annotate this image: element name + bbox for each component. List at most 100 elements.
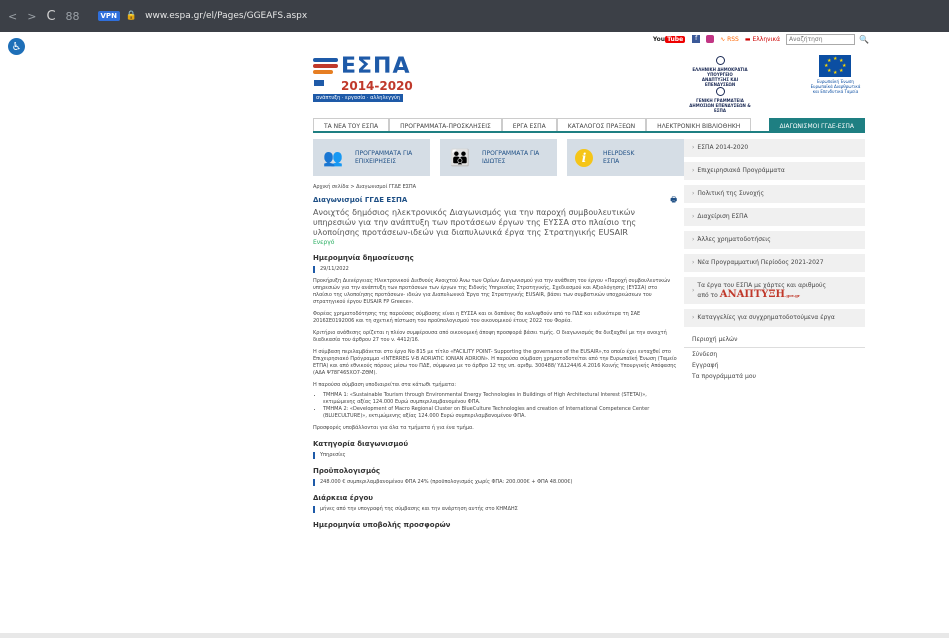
ministry-logo: ΕΛΛΗΝΙΚΗ ΔΗΜΟΚΡΑΤΙΑ ΥΠΟΥΡΓΕΙΟ ΑΝΑΠΤΥΞΗΣ … (688, 56, 752, 113)
browser-nav: < > C 88 (8, 9, 80, 24)
page-title: Διαγωνισμοί ΓΓΔΕ ΕΣΠΑ (313, 196, 408, 204)
chevron-right-icon: › (692, 167, 695, 174)
member-area-title: Περιοχή μελών (684, 332, 865, 348)
espa-logo[interactable]: ΕΣΠΑ 2014-2020 ανάπτυξη · εργασία · αλλη… (313, 52, 413, 102)
register-link[interactable]: Εγγραφή (684, 359, 865, 370)
eu-logo: ★ ★ ★ ★ ★ ★ ★ ★ Ευρωπαϊκή Ένωση Ευρωπαϊκά Δια… (808, 55, 863, 103)
paragraph-6: Προσφορές υποβάλλονται για όλα τα τμήματ… (313, 425, 474, 431)
menu-item-catalogue[interactable]: ΚΑΤΑΛΟΓΟΣ ΠΡΑΞΕΩΝ (556, 118, 647, 131)
anaptyxi-brand: ΑΝΑΠΤΥΞΗ (719, 289, 785, 300)
chevron-right-icon: › (692, 259, 695, 266)
tile-helpdesk[interactable]: i HELPDESK ΕΣΠΑ (567, 139, 684, 176)
chevron-right-icon: › (692, 314, 695, 321)
browser-toolbar: < > C 88 VPN 🔒 www.espa.gr/el/Pages/GGEA… (0, 0, 949, 32)
duration-header: Διάρκεια έργου (313, 494, 374, 502)
quick-tiles: 👥 ΠΡΟΓΡΑΜΜΑΤΑ ΓΙΑ ΕΠΙΧΕΙΡΗΣΕΙΣ 👪 ΠΡΟΓΡΑΜΜ… (313, 139, 684, 176)
address-bar[interactable]: www.espa.gr/el/Pages/GGEAFS.aspx (145, 11, 307, 21)
my-programs-link[interactable]: Τα προγράμματά μου (684, 370, 865, 381)
sidebar-item-programs[interactable]: › Επιχειρησιακά Προγράμματα (684, 162, 865, 180)
chevron-right-icon: › (692, 190, 695, 197)
lots-list: ΤΜΗΜΑ 1: «Sustainable Tourism through En… (313, 392, 677, 420)
chevron-right-icon: › (692, 236, 695, 243)
tile-label: ΙΔΙΩΤΕΣ (482, 157, 506, 165)
tile-label: ΕΠΙΧΕΙΡΗΣΕΙΣ (355, 157, 397, 165)
back-icon[interactable]: < (8, 10, 17, 23)
emblem-icon (715, 56, 725, 65)
vpn-badge[interactable]: VPN (97, 11, 120, 21)
gov-line-3: ΑΝΑΠΤΥΞΗΣ ΚΑΙ ΕΠΕΝΔΥΣΕΩΝ (701, 77, 739, 87)
breadcrumb[interactable]: Αρχική σελίδα > Διαγωνισμοί ΓΓΔΕ ΕΣΠΑ (313, 184, 677, 191)
list-item: ΤΜΗΜΑ 2: «Development of Macro Regional … (323, 406, 677, 420)
menu-item-tenders[interactable]: ΔΙΑΓΩΝΙΣΜΟΙ ΓΓΔΕ-ΕΣΠΑ (768, 118, 865, 131)
print-icon[interactable]: 🖶 (670, 197, 677, 204)
eu-flag-icon: ★ ★ ★ ★ ★ ★ ★ ★ (819, 55, 851, 77)
tile-business-programs[interactable]: 👥 ΠΡΟΓΡΑΜΜΑΤΑ ΓΙΑ ΕΠΙΧΕΙΡΗΣΕΙΣ (313, 139, 430, 176)
forward-icon[interactable]: > (27, 10, 36, 23)
info-icon: i (575, 148, 593, 167)
search-icon[interactable]: 🔍 (859, 35, 869, 44)
emblem-icon (715, 87, 725, 96)
paragraph-2: Φορέας χρηματοδότησης της παρούσας σύμβα… (313, 311, 641, 324)
sidebar-item-label: Πολιτική της Συνοχής (697, 190, 764, 197)
sidebar-item-label: Καταγγελίες για συγχρηματοδοτούμενα έργα (697, 314, 835, 321)
tile-label: ΠΡΟΓΡΑΜΜΑΤΑ ΓΙΑ (482, 149, 540, 157)
menu-item-library[interactable]: ΗΛΕΚΤΡΟΝΙΚΗ ΒΙΒΛΙΟΘΗΚΗ (646, 118, 752, 131)
sidebar: › ΕΣΠΑ 2014-2020 › Επιχειρησιακά Προγράμμα… (684, 139, 865, 381)
rss-label: RSS (727, 35, 739, 43)
tile-label: HELPDESK (603, 149, 635, 157)
tile-label: ΠΡΟΓΡΑΜΜΑΤΑ ΓΙΑ (355, 149, 413, 157)
sidebar-item-management[interactable]: › Διαχείριση ΕΣΠΑ (684, 208, 865, 226)
sidebar-item-espa[interactable]: › ΕΣΠΑ 2014-2020 (684, 139, 865, 157)
greek-flag-icon (313, 79, 325, 87)
login-link[interactable]: Σύνδεση (684, 348, 865, 359)
sidebar-item-maps[interactable]: › Τα έργα του ΕΣΠΑ με χάρτες και αριθμού… (684, 277, 865, 304)
gov-line-5: ΔΗΜΟΣΙΩΝ ΕΠΕΝΔΥΣΕΩΝ & ΕΣΠΑ (689, 103, 751, 113)
paragraph-1: Προκήρυξη Διενέργειας Ηλεκτρονικού Διεθν… (313, 278, 671, 305)
menu-item-programs[interactable]: ΠΡΟΓΡΑΜΜΑΤΑ-ΠΡΟΣΚΛΗΣΕΙΣ (389, 118, 502, 131)
list-item: ΤΜΗΜΑ 1: «Sustainable Tourism through En… (323, 392, 677, 406)
logo-years: 2014-2020 (341, 79, 413, 93)
youtube-icon[interactable]: You Tube (651, 35, 687, 43)
facebook-icon[interactable]: f (692, 35, 701, 43)
horizontal-scrollbar[interactable] (0, 633, 949, 638)
sidebar-item-complaints[interactable]: › Καταγγελίες για συγχρηματοδοτούμενα έργ… (684, 309, 865, 327)
menu-item-news[interactable]: ΤΑ ΝΕΑ ΤΟΥ ΕΣΠΑ (313, 118, 390, 131)
sidebar-item-label: Νέα Προγραμματική Περίοδος 2021-2027 (697, 259, 824, 266)
tile-label: ΕΣΠΑ (603, 157, 620, 165)
chevron-right-icon: › (692, 144, 695, 151)
category-header: Κατηγορία διαγωνισμού (313, 440, 409, 448)
chevron-right-icon: › (692, 213, 695, 220)
sidebar-item-label: ΕΣΠΑ 2014-2020 (697, 144, 749, 151)
logo-stripes (313, 58, 338, 76)
eu-line-3: και Επενδυτικά Ταμεία (812, 89, 859, 94)
menu-item-projects[interactable]: ΕΡΓΑ ΕΣΠΑ (501, 118, 557, 131)
reload-icon[interactable]: C (46, 9, 55, 24)
top-utility-bar: YouTube f ∿ RSS ▬ Ελληνικά 🔍 (651, 32, 869, 46)
tender-title: Ανοιχτός δημόσιος ηλεκτρονικός Διαγωνισμ… (313, 208, 637, 237)
instagram-icon[interactable] (706, 35, 715, 43)
language-selector[interactable]: ▬ Ελληνικά (745, 36, 780, 43)
youtube-label: You (652, 35, 666, 43)
budget-header: Προϋπολογισμός (313, 467, 381, 475)
apps-icon[interactable]: 88 (66, 10, 80, 23)
lock-icon: 🔒 (125, 11, 138, 21)
publication-date: 29/11/2022 (313, 266, 677, 273)
sidebar-item-other-funding[interactable]: › Άλλες χρηματοδοτήσεις (684, 231, 865, 249)
search-input[interactable] (786, 33, 856, 45)
sidebar-item-label: Επιχειρησιακά Προγράμματα (697, 167, 785, 174)
sidebar-item-label: Άλλες χρηματοδοτήσεις (697, 236, 771, 243)
status-label: Ενεργό (313, 239, 335, 246)
sidebar-item-cohesion[interactable]: › Πολιτική της Συνοχής (684, 185, 865, 203)
member-area: Περιοχή μελών Σύνδεση Εγγραφή Τα προγράμ… (684, 332, 865, 381)
youtube-tube-label: Tube (665, 35, 686, 43)
submission-date-header: Ημερομηνία υποβολής προσφορών (313, 521, 451, 529)
paragraph-3: Κριτήριο ανάθεσης ορίζεται η πλέον συμφέ… (313, 330, 667, 343)
budget-value: 248.000 € συμπεριλαμβανομένου ΦΠΑ 24% (π… (313, 479, 677, 486)
accessibility-icon[interactable]: ♿ (8, 38, 25, 55)
chevron-right-icon: › (692, 287, 695, 294)
search-box: 🔍 (786, 33, 869, 45)
date-header: Ημερομηνία δημοσίευσης (313, 254, 414, 262)
rss-link[interactable]: ∿ RSS (720, 36, 739, 43)
sidebar-item-new-period[interactable]: › Νέα Προγραμματική Περίοδος 2021-2027 (684, 254, 865, 272)
tile-individual-programs[interactable]: 👪 ΠΡΟΓΡΑΜΜΑΤΑ ΓΙΑ ΙΔΙΩΤΕΣ (440, 139, 557, 176)
